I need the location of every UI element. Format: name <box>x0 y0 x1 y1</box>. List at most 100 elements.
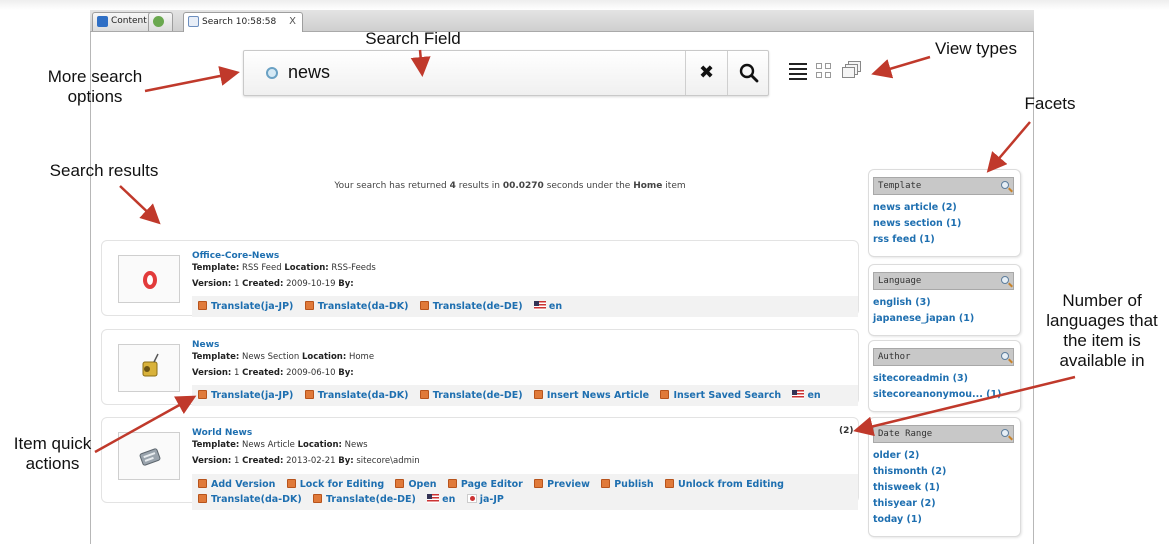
action-translate[interactable]: Translate(de-DE) <box>313 492 416 507</box>
facet-search-icon[interactable] <box>1001 429 1009 437</box>
language-en[interactable]: en <box>792 388 821 403</box>
action-icon <box>304 301 314 310</box>
facet-header: Author <box>873 348 1014 366</box>
action-icon <box>198 390 207 399</box>
close-icon[interactable]: ✖ <box>685 51 727 95</box>
grid-view-icon[interactable] <box>816 63 832 79</box>
action-insert-news-article[interactable]: Insert News Article <box>533 388 649 403</box>
facet-item[interactable]: japanese_japan (1) <box>869 311 1020 327</box>
facet-item[interactable]: thisweek (1) <box>869 480 1020 496</box>
result-title[interactable]: Office-Core-News <box>192 251 279 261</box>
facet-header: Template <box>873 177 1014 195</box>
magnifier-icon <box>153 16 164 27</box>
annotation-search-field: Search Field <box>365 29 461 48</box>
language-en[interactable]: en <box>427 492 455 507</box>
action-icon <box>313 494 322 503</box>
facet-item[interactable]: rss feed (1) <box>869 232 1020 248</box>
quick-actions: Translate(ja-JP) Translate(da-DK) Transl… <box>192 296 858 317</box>
quick-actions: Add Version Lock for Editing Open Page E… <box>192 474 858 510</box>
action-translate[interactable]: Translate(de-DE) <box>419 299 523 314</box>
result-card: Office-Core-News Template: RSS Feed Loca… <box>101 240 859 317</box>
action-publish[interactable]: Publish <box>601 477 654 492</box>
language-count: (2) <box>839 426 854 436</box>
action-unlock-from-editing[interactable]: Unlock from Editing <box>665 477 784 492</box>
action-translate[interactable]: Translate(da-DK) <box>304 388 408 403</box>
tab-search-launcher[interactable] <box>148 12 173 31</box>
facet-item[interactable]: news section (1) <box>869 216 1020 232</box>
action-page-editor[interactable]: Page Editor <box>447 477 523 492</box>
result-meta: Template: RSS Feed Location: RSS-Feeds <box>192 263 376 273</box>
result-meta: Template: News Article Location: News <box>192 440 368 450</box>
annotation-view-types: View types <box>935 39 1017 58</box>
action-add-version[interactable]: Add Version <box>198 477 275 492</box>
facet-language: Language english (3) japanese_japan (1) <box>868 264 1021 336</box>
action-lock-for-editing[interactable]: Lock for Editing <box>286 477 384 492</box>
globe-icon <box>266 67 278 79</box>
charts-view-icon[interactable] <box>842 61 862 79</box>
action-icon <box>533 390 543 399</box>
action-translate[interactable]: Translate(da-DK) <box>198 492 302 507</box>
action-preview[interactable]: Preview <box>534 477 590 492</box>
facet-template: Template news article (2) news section (… <box>868 169 1021 257</box>
facet-item[interactable]: sitecoreanonymou... (1) <box>869 387 1020 403</box>
result-title[interactable]: News <box>192 340 219 350</box>
result-meta: Template: News Section Location: Home <box>192 352 375 362</box>
facet-item[interactable]: older (2) <box>869 448 1020 464</box>
tab-bar: Content Search 10:58:58 X <box>90 10 1034 32</box>
quick-actions: Translate(ja-JP) Translate(da-DK) Transl… <box>192 385 858 406</box>
action-icon <box>198 301 207 310</box>
search-input[interactable]: news <box>288 62 330 83</box>
action-icon <box>419 301 429 310</box>
facet-search-icon[interactable] <box>1001 181 1009 189</box>
us-flag-icon <box>533 301 546 310</box>
facet-item[interactable]: sitecoreadmin (3) <box>869 371 1020 387</box>
action-icon <box>198 494 207 503</box>
list-view-icon[interactable] <box>789 63 807 80</box>
rss-feed-icon <box>118 255 180 303</box>
action-translate[interactable]: Translate(ja-JP) <box>198 388 293 403</box>
action-icon <box>286 479 296 488</box>
facet-item[interactable]: thismonth (2) <box>869 464 1020 480</box>
us-flag-icon <box>427 494 440 503</box>
action-icon <box>665 479 674 488</box>
annotation-more-search-options: More search options <box>47 67 143 106</box>
search-field[interactable]: news ✖ <box>243 50 769 96</box>
close-tab-icon[interactable]: X <box>289 16 296 27</box>
result-version: Version: 1 Created: 2009-06-10 By: <box>192 368 354 378</box>
action-icon <box>419 390 429 399</box>
news-article-icon <box>118 432 180 480</box>
annotation-number-of-languages: Number of languages that the item is ava… <box>1046 291 1158 370</box>
action-icon <box>304 390 314 399</box>
japan-flag-icon <box>466 494 477 503</box>
annotation-search-results: Search results <box>49 161 159 180</box>
search-icon[interactable] <box>727 51 769 95</box>
language-en[interactable]: en <box>533 299 562 314</box>
action-icon <box>534 479 544 488</box>
facet-search-icon[interactable] <box>1001 276 1009 284</box>
facet-header: Date Range <box>873 425 1014 443</box>
facet-search-icon[interactable] <box>1001 352 1009 360</box>
facet-header: Language <box>873 272 1014 290</box>
us-flag-icon <box>792 390 805 399</box>
top-strip <box>0 0 1169 10</box>
tab-label: Content <box>111 16 147 26</box>
tab-search[interactable]: Search 10:58:58 X <box>183 12 303 32</box>
facet-item[interactable]: today (1) <box>869 512 1020 528</box>
annotation-item-quick-actions: Item quick actions <box>13 434 92 473</box>
facet-item[interactable]: news article (2) <box>869 200 1020 216</box>
action-translate[interactable]: Translate(ja-JP) <box>198 299 293 314</box>
action-icon <box>198 479 207 488</box>
action-icon <box>447 479 457 488</box>
result-card: World News Template: News Article Locati… <box>101 417 859 510</box>
tab-content[interactable]: Content <box>92 12 154 31</box>
action-translate[interactable]: Translate(de-DE) <box>419 388 523 403</box>
result-title[interactable]: World News <box>192 428 252 438</box>
annotation-facets: Facets <box>1024 94 1076 113</box>
action-icon <box>660 390 670 399</box>
action-open[interactable]: Open <box>395 477 437 492</box>
language-ja-jp[interactable]: ja-JP <box>466 492 504 507</box>
facet-item[interactable]: english (3) <box>869 295 1020 311</box>
action-translate[interactable]: Translate(da-DK) <box>304 299 408 314</box>
action-insert-saved-search[interactable]: Insert Saved Search <box>660 388 781 403</box>
facet-item[interactable]: thisyear (2) <box>869 496 1020 512</box>
